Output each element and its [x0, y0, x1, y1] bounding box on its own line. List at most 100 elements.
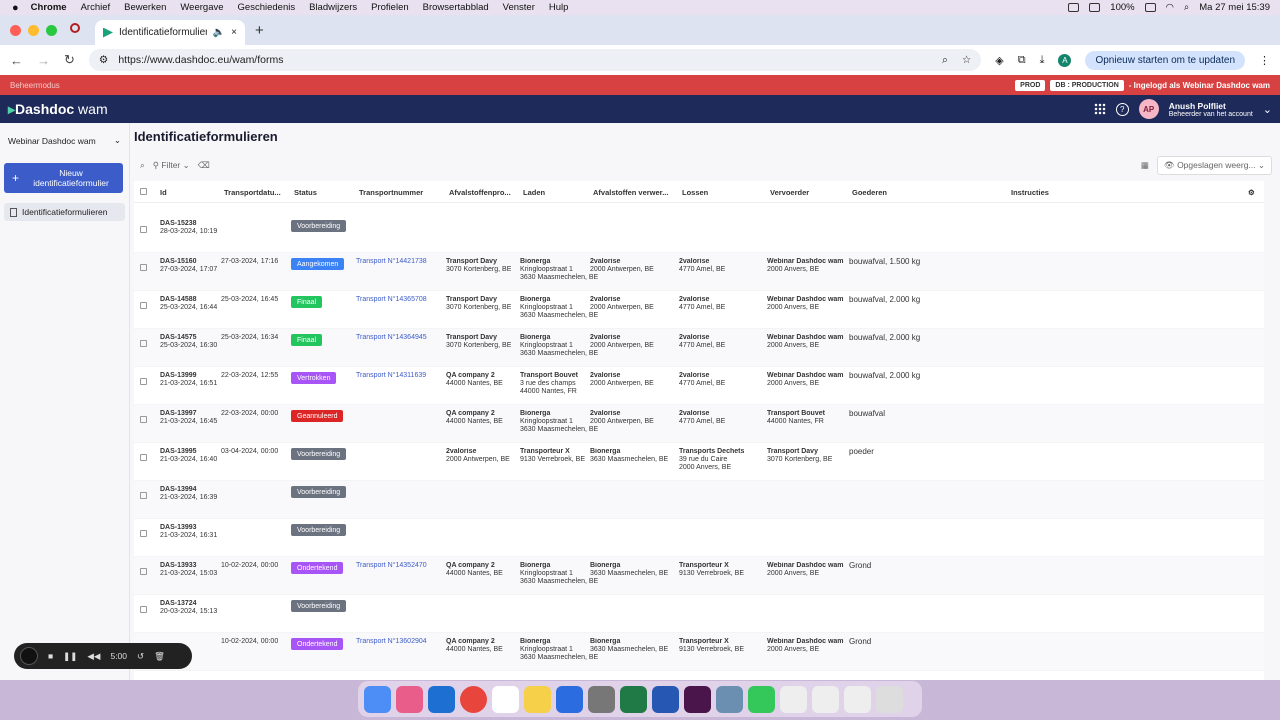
dashdoc-logo[interactable]: ▸Dashdoc wam	[8, 101, 108, 118]
clock[interactable]: Ma 27 mei 15:39	[1199, 2, 1270, 13]
table-row[interactable]: DAS-15238 28-03-2024, 10:19 Voorbereiding	[134, 215, 1264, 253]
row-checkbox[interactable]	[140, 264, 147, 271]
table-row[interactable]: DAS-13997 21-03-2024, 16:45 22-03-2024, 00…	[134, 405, 1264, 443]
row-checkbox[interactable]	[140, 416, 147, 423]
row-checkbox[interactable]	[140, 226, 147, 233]
chrome-icon[interactable]	[460, 685, 487, 713]
column-header[interactable]: Vervoerder	[770, 188, 809, 197]
outlook-icon[interactable]	[428, 685, 455, 713]
rewind-icon[interactable]: ◀◀	[87, 651, 100, 662]
column-header[interactable]: Afvalstoffen verwer...	[593, 188, 668, 197]
table-row[interactable]: DAS-15160 27-03-2024, 17:07 27-03-2024, 17…	[134, 253, 1264, 291]
launchpad-icon[interactable]	[396, 685, 423, 713]
table-row[interactable]: DAS-13995 21-03-2024, 16:40 03-04-2024, 00…	[134, 443, 1264, 481]
trash-icon[interactable]	[876, 685, 903, 713]
speaker-icon[interactable]: 🔈	[213, 27, 225, 38]
menu-item[interactable]: Bladwijzers	[309, 2, 357, 13]
menu-item[interactable]: Profielen	[371, 2, 409, 13]
restart-icon[interactable]: ↺	[137, 651, 144, 662]
reload-icon[interactable]: ↻	[64, 52, 75, 68]
sidebar-item-forms[interactable]: Identificatieformulieren	[4, 203, 125, 221]
row-checkbox[interactable]	[140, 454, 147, 461]
bookmark-star-icon[interactable]: ☆	[962, 54, 971, 67]
menu-item[interactable]: Hulp	[549, 2, 569, 13]
row-checkbox[interactable]	[140, 530, 147, 537]
table-row[interactable]: DAS-13724 20-03-2024, 15:13 Voorbereiding	[134, 595, 1264, 633]
numbers-icon[interactable]	[748, 685, 775, 713]
settings-gear-icon[interactable]: ⚙	[1248, 188, 1255, 197]
close-window-button[interactable]	[10, 24, 21, 36]
chevron-down-icon[interactable]: ⌄	[1263, 103, 1272, 116]
table-row[interactable]: DAS-13933 21-03-2024, 15:03 10-02-2024, 00…	[134, 557, 1264, 595]
new-tab-button[interactable]: +	[255, 22, 264, 39]
column-header[interactable]: Instructies	[1011, 188, 1049, 197]
row-checkbox[interactable]	[140, 340, 147, 347]
zoom-icon[interactable]: ⌕	[942, 54, 948, 67]
preview-icon[interactable]	[716, 685, 743, 713]
extensions-puzzle-icon[interactable]: ⧉	[1018, 54, 1026, 67]
menu-item[interactable]: Venster	[503, 2, 535, 13]
status-icon[interactable]	[1089, 3, 1101, 12]
slack-icon[interactable]	[684, 685, 711, 713]
browser-tab[interactable]: Identificatieformulieren - D 🔈 ×	[95, 20, 245, 45]
row-checkbox[interactable]	[140, 302, 147, 309]
select-all-checkbox[interactable]	[140, 188, 147, 195]
trash-icon[interactable]: 🗑	[154, 651, 165, 662]
column-header[interactable]: Laden	[523, 188, 545, 197]
window-icon[interactable]	[780, 685, 807, 713]
close-tab-icon[interactable]: ×	[231, 27, 237, 38]
app-icon[interactable]	[556, 685, 583, 713]
search-icon[interactable]: ⌕	[1184, 2, 1189, 13]
user-menu[interactable]: Anush Polfliet Beheerder van het account	[1169, 101, 1253, 118]
table-row[interactable]: DAS-13993 21-03-2024, 16:31 Voorbereiding	[134, 519, 1264, 557]
pause-icon[interactable]: ❚❚	[63, 651, 77, 662]
table-row[interactable]: DAS-13999 21-03-2024, 16:51 22-03-2024, 12…	[134, 367, 1264, 405]
transport-number-link[interactable]: Transport N°14364945	[356, 334, 427, 342]
filter-button[interactable]: ⚲ Filter ⌄	[153, 160, 190, 171]
table-row[interactable]: DAS-13994 21-03-2024, 16:39 Voorbereiding	[134, 481, 1264, 519]
column-header[interactable]: Transportdatu...	[224, 188, 281, 197]
apple-icon[interactable]: ●	[12, 2, 19, 14]
workspace-selector[interactable]: Webinar Dashdoc wam ⌄	[0, 123, 129, 146]
column-header[interactable]: Goederen	[852, 188, 887, 197]
table-row[interactable]: DAS-14575 25-03-2024, 16:30 25-03-2024, 16…	[134, 329, 1264, 367]
transport-number-link[interactable]: Transport N°14421738	[356, 258, 427, 266]
more-menu-icon[interactable]: ⋮	[1259, 54, 1270, 67]
menu-item[interactable]: Bewerken	[124, 2, 166, 13]
window-icon[interactable]	[844, 685, 871, 713]
word-icon[interactable]	[652, 685, 679, 713]
menu-item[interactable]: Geschiedenis	[238, 2, 296, 13]
stop-icon[interactable]: ■	[48, 651, 53, 661]
clear-filter-icon[interactable]: ⌫	[198, 160, 210, 171]
menu-item[interactable]: Browsertabblad	[423, 2, 489, 13]
columns-icon[interactable]: ▦	[1141, 160, 1149, 171]
impersonation-label[interactable]: - Ingelogd als Webinar Dashdoc wam	[1129, 81, 1270, 90]
notes-icon[interactable]	[524, 685, 551, 713]
calculator-icon[interactable]	[588, 685, 615, 713]
wifi-icon[interactable]: ◠	[1166, 2, 1174, 13]
user-avatar[interactable]: AP	[1138, 99, 1159, 119]
saved-views-dropdown[interactable]: 👁 Opgeslagen weerg... ⌄	[1156, 155, 1272, 175]
finder-icon[interactable]	[364, 685, 391, 713]
transport-number-link[interactable]: Transport N°14352470	[356, 562, 427, 570]
site-info-icon[interactable]: ⚙	[99, 54, 108, 66]
excel-icon[interactable]	[620, 685, 647, 713]
apps-grid-icon[interactable]	[1093, 103, 1106, 115]
column-header[interactable]: Status	[294, 188, 317, 197]
row-checkbox[interactable]	[140, 492, 147, 499]
profile-avatar[interactable]: A	[1058, 53, 1072, 67]
menu-item[interactable]: Archief	[81, 2, 111, 13]
menu-item[interactable]: Weergave	[180, 2, 223, 13]
update-button[interactable]: Opnieuw starten om te updaten	[1085, 50, 1245, 70]
menu-app-name[interactable]: Chrome	[31, 2, 67, 13]
battery-icon[interactable]	[1144, 3, 1156, 12]
transport-number-link[interactable]: Transport N°13602904	[356, 638, 427, 646]
window-icon[interactable]	[812, 685, 839, 713]
status-icon[interactable]	[1068, 3, 1080, 12]
forward-icon[interactable]: →	[37, 53, 50, 68]
extension-icon[interactable]: ◈	[995, 54, 1003, 67]
new-form-button[interactable]: + Nieuw identificatieformulier	[4, 163, 123, 193]
minimize-window-button[interactable]	[28, 24, 39, 36]
column-header[interactable]: Id	[160, 188, 167, 197]
download-icon[interactable]: ⤓	[1040, 54, 1045, 67]
